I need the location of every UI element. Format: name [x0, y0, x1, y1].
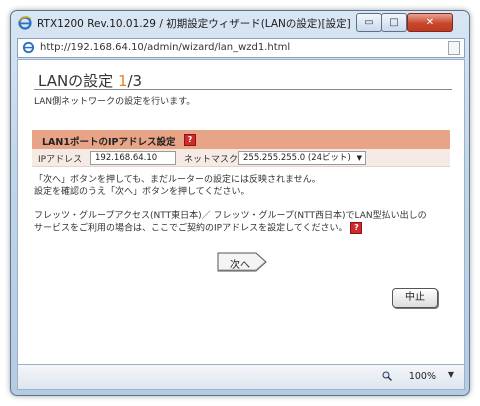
netmask-value: 255.255.255.0 (24ビット): [243, 153, 351, 163]
page-title-step: 1: [117, 72, 128, 90]
zoom-dropdown-icon[interactable]: ▼: [448, 370, 454, 379]
status-bar: 100% ▼: [17, 364, 465, 390]
note-line-2: 設定を確認のうえ「次へ」ボタンを押してください。: [34, 187, 250, 197]
page-title-text: LANの設定: [38, 72, 118, 90]
browser-window: RTX1200 Rev.10.01.29 / 初期設定ウィザード(LANの設定)…: [10, 10, 470, 396]
help-icon[interactable]: ?: [184, 134, 196, 146]
zoom-icon: [382, 371, 392, 381]
note-block-1: 「次へ」ボタンを押しても、まだルーターの設定には反映されません。 設定を確認のう…: [34, 174, 321, 198]
cancel-button[interactable]: 中止: [392, 288, 438, 308]
close-button[interactable]: ✕: [407, 13, 453, 32]
note-line-3: フレッツ・グループアクセス(NTT東日本)／ フレッツ・グループ(NTT西日本)…: [34, 211, 427, 221]
address-bar[interactable]: http://192.168.64.10/admin/wizard/lan_wz…: [17, 38, 465, 58]
ip-settings-row: IPアドレス 192.168.64.10 ネットマスク 255.255.255.…: [32, 149, 450, 167]
note-line-1: 「次へ」ボタンを押しても、まだルーターの設定には反映されません。: [34, 175, 321, 185]
help-icon-2[interactable]: ?: [350, 222, 363, 234]
address-url[interactable]: http://192.168.64.10/admin/wizard/lan_wz…: [40, 42, 290, 53]
next-button-label: 次へ: [230, 260, 250, 271]
note-line-4: サービスをご利用の場合は、ここでご契約のIPアドレスを設定してください。 ?: [34, 222, 427, 235]
note-line-4-text: サービスをご利用の場合は、ここでご契約のIPアドレスを設定してください。: [34, 223, 348, 234]
title-bar[interactable]: RTX1200 Rev.10.01.29 / 初期設定ウィザード(LANの設定)…: [11, 11, 469, 35]
section-header: LAN1ポートのIPアドレス設定 ?: [32, 130, 450, 149]
netmask-select[interactable]: 255.255.255.0 (24ビット) ▼: [238, 151, 366, 165]
section-heading: LAN1ポートのIPアドレス設定: [42, 137, 176, 148]
page-title: LANの設定 1/3: [34, 70, 452, 91]
note-block-2: フレッツ・グループアクセス(NTT東日本)／ フレッツ・グループ(NTT西日本)…: [34, 210, 427, 235]
page-content: LANの設定 1/3 LAN側ネットワークの設定を行います。 LAN1ポートのI…: [17, 59, 465, 365]
window-title: RTX1200 Rev.10.01.29 / 初期設定ウィザード(LANの設定)…: [37, 18, 353, 30]
intro-text: LAN側ネットワークの設定を行います。: [34, 97, 196, 107]
netmask-label: ネットマスク: [184, 155, 239, 165]
minimize-button[interactable]: ▭: [356, 13, 382, 32]
ip-address-input[interactable]: 192.168.64.10: [90, 151, 176, 165]
dropdown-arrow-icon: ▼: [356, 154, 362, 162]
ie-icon: [18, 16, 32, 30]
compatibility-icon[interactable]: [448, 41, 460, 55]
maximize-button[interactable]: □: [381, 13, 407, 32]
ie-page-icon: [22, 41, 35, 54]
next-button[interactable]: 次へ: [216, 251, 268, 273]
ip-address-label: IPアドレス: [38, 155, 83, 165]
page-title-total: /3: [127, 72, 143, 90]
title-divider: [34, 89, 452, 90]
zoom-level[interactable]: 100%: [409, 371, 436, 382]
